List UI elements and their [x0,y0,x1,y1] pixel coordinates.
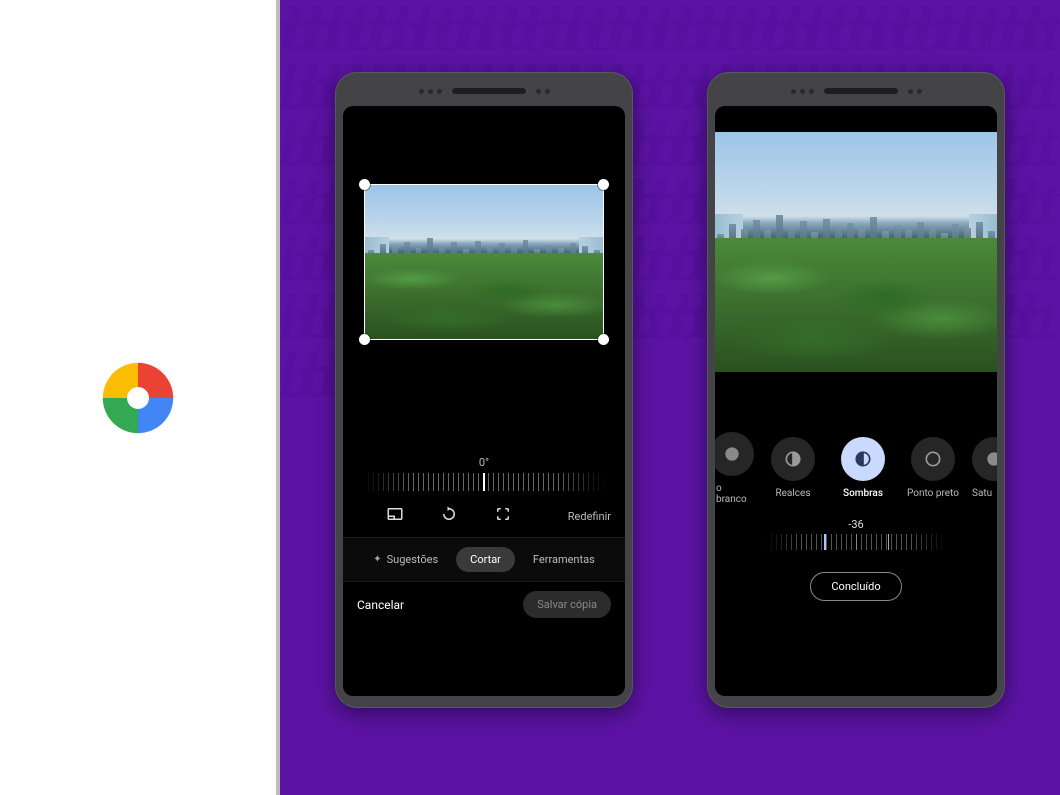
adjust-shadows[interactable]: Sombras [832,437,894,499]
left-panel [0,0,276,795]
google-photos-logo-icon [83,343,193,453]
adjust-saturation[interactable]: Satu [972,437,996,499]
adjust-value: -36 [715,518,997,531]
phone-screen-crop: 0° [343,106,625,696]
rotate-icon[interactable] [440,505,458,527]
transform-icon[interactable] [494,505,512,527]
tab-crop[interactable]: Cortar [456,547,515,572]
cancel-button[interactable]: Cancelar [357,598,404,612]
phone-topbar [715,82,997,100]
phone-topbar [343,82,625,100]
crop-frame[interactable] [364,184,604,340]
phone-mockup-crop: 0° [335,72,633,708]
aspect-ratio-icon[interactable] [386,505,404,527]
crop-handle-tr[interactable] [598,179,609,190]
crop-handle-br[interactable] [598,334,609,345]
crop-handle-tl[interactable] [359,179,370,190]
adjust-whitepoint[interactable]: o branco [716,432,754,505]
photo-preview [715,132,997,372]
crop-canvas[interactable] [343,106,625,378]
adjust-blackpoint[interactable]: Ponto preto [902,437,964,499]
right-panel: tbtbtbtbtbtbtbtbtbtbtbtbtbtbtbtbtbtbtbtb… [280,0,1060,795]
tab-suggestions[interactable]: ✦ Sugestões [373,553,438,566]
adjust-slider[interactable] [766,534,946,550]
done-button[interactable]: Concluído [810,572,901,601]
rotation-value: 0° [343,456,625,469]
adjust-highlights[interactable]: Realces [762,437,824,499]
photo-preview [365,185,603,339]
sparkle-icon: ✦ [373,554,381,565]
reset-button[interactable]: Redefinir [568,510,611,523]
crop-handle-bl[interactable] [359,334,370,345]
save-copy-button[interactable]: Salvar cópia [523,591,611,618]
phone-screen-adjust: o branco Realces Sombras Ponto pret [715,106,997,696]
tab-tools[interactable]: Ferramentas [533,553,595,566]
adjust-carousel[interactable]: o branco Realces Sombras Ponto pret [715,420,997,516]
phone-mockup-adjust: o branco Realces Sombras Ponto pret [707,72,1005,708]
rotation-ruler[interactable] [363,473,605,491]
